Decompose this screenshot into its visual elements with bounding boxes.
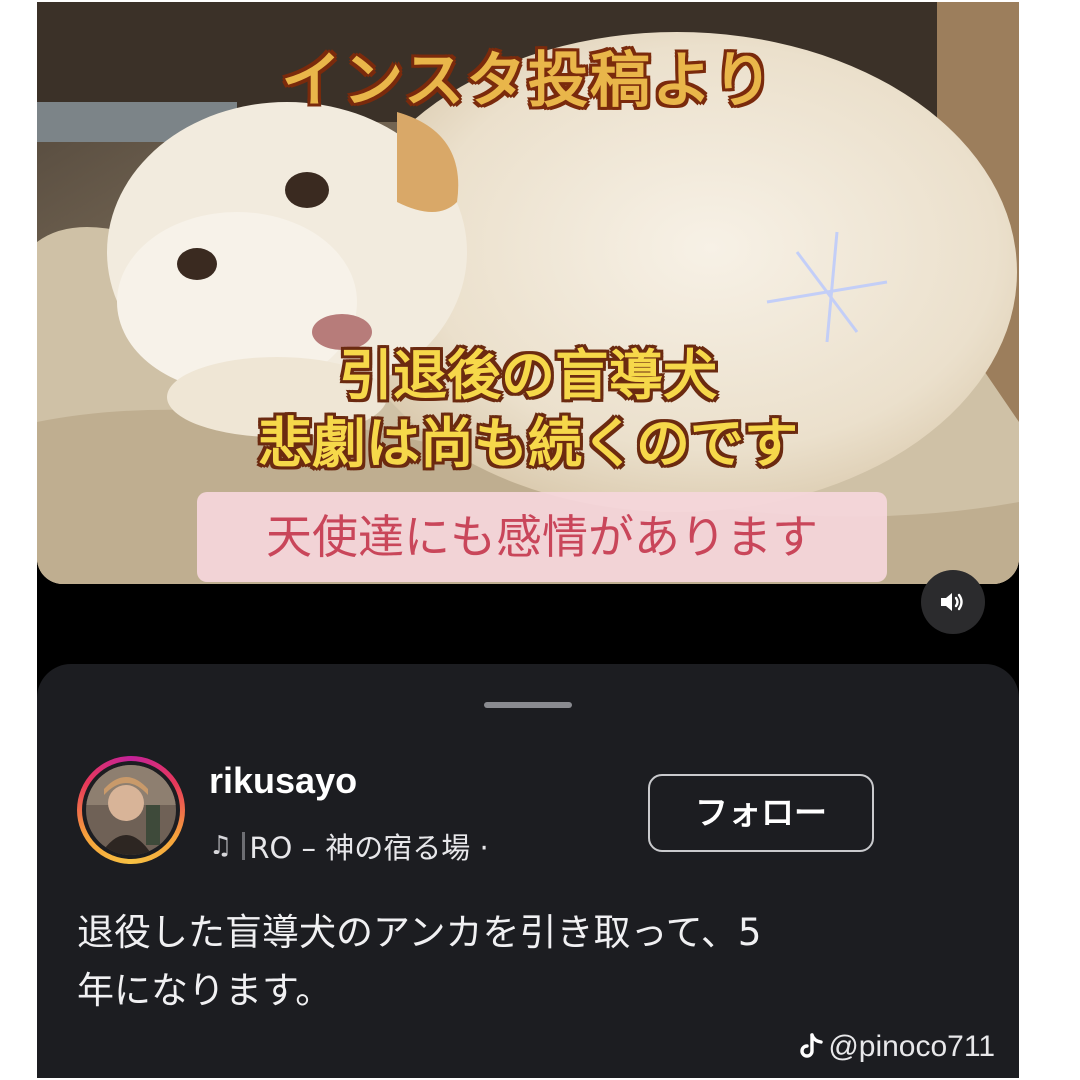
post-info-sheet: rikusayo ♫ RO – 神の宿る場 · フォロー 退役した盲導犬のアンカ… xyxy=(37,664,1019,1078)
post-caption-line1: 退役した盲導犬のアンカを引き取って、5 xyxy=(77,911,762,954)
music-note-icon: ♫ xyxy=(209,831,233,861)
overlay-title: インスタ投稿より xyxy=(281,46,775,116)
tiktok-handle: @pinoco711 xyxy=(828,1030,995,1063)
post-caption: 退役した盲導犬のアンカを引き取って、5 年になります。 xyxy=(77,904,977,1020)
screenshot-frame: インスタ投稿より 引退後の盲導犬 悲劇は尚も続くのです 天使達にも感情があります xyxy=(37,2,1019,1078)
post-caption-line2: 年になります。 xyxy=(77,969,333,1012)
drag-handle[interactable] xyxy=(484,702,572,708)
marquee-divider xyxy=(242,832,246,860)
tiktok-watermark: @pinoco711 xyxy=(798,1028,995,1066)
music-title: RO – 神の宿る場 · xyxy=(249,831,489,865)
tiktok-icon xyxy=(800,1033,824,1058)
music-info[interactable]: ♫ RO – 神の宿る場 · xyxy=(209,826,489,866)
sound-toggle-button[interactable] xyxy=(921,570,985,634)
overlay-caption-line2: 悲劇は尚も続くのです xyxy=(258,412,798,475)
overlay-caption-line1: 引退後の盲導犬 xyxy=(339,344,717,407)
video-player[interactable]: インスタ投稿より 引退後の盲導犬 悲劇は尚も続くのです 天使達にも感情があります xyxy=(37,2,1019,584)
follow-button[interactable]: フォロー xyxy=(648,774,874,852)
overlay-subtitle-pill: 天使達にも感情があります xyxy=(197,492,887,582)
story-ring[interactable] xyxy=(77,756,185,864)
avatar xyxy=(86,765,176,855)
username[interactable]: rikusayo xyxy=(209,760,357,802)
speaker-icon xyxy=(941,593,963,611)
